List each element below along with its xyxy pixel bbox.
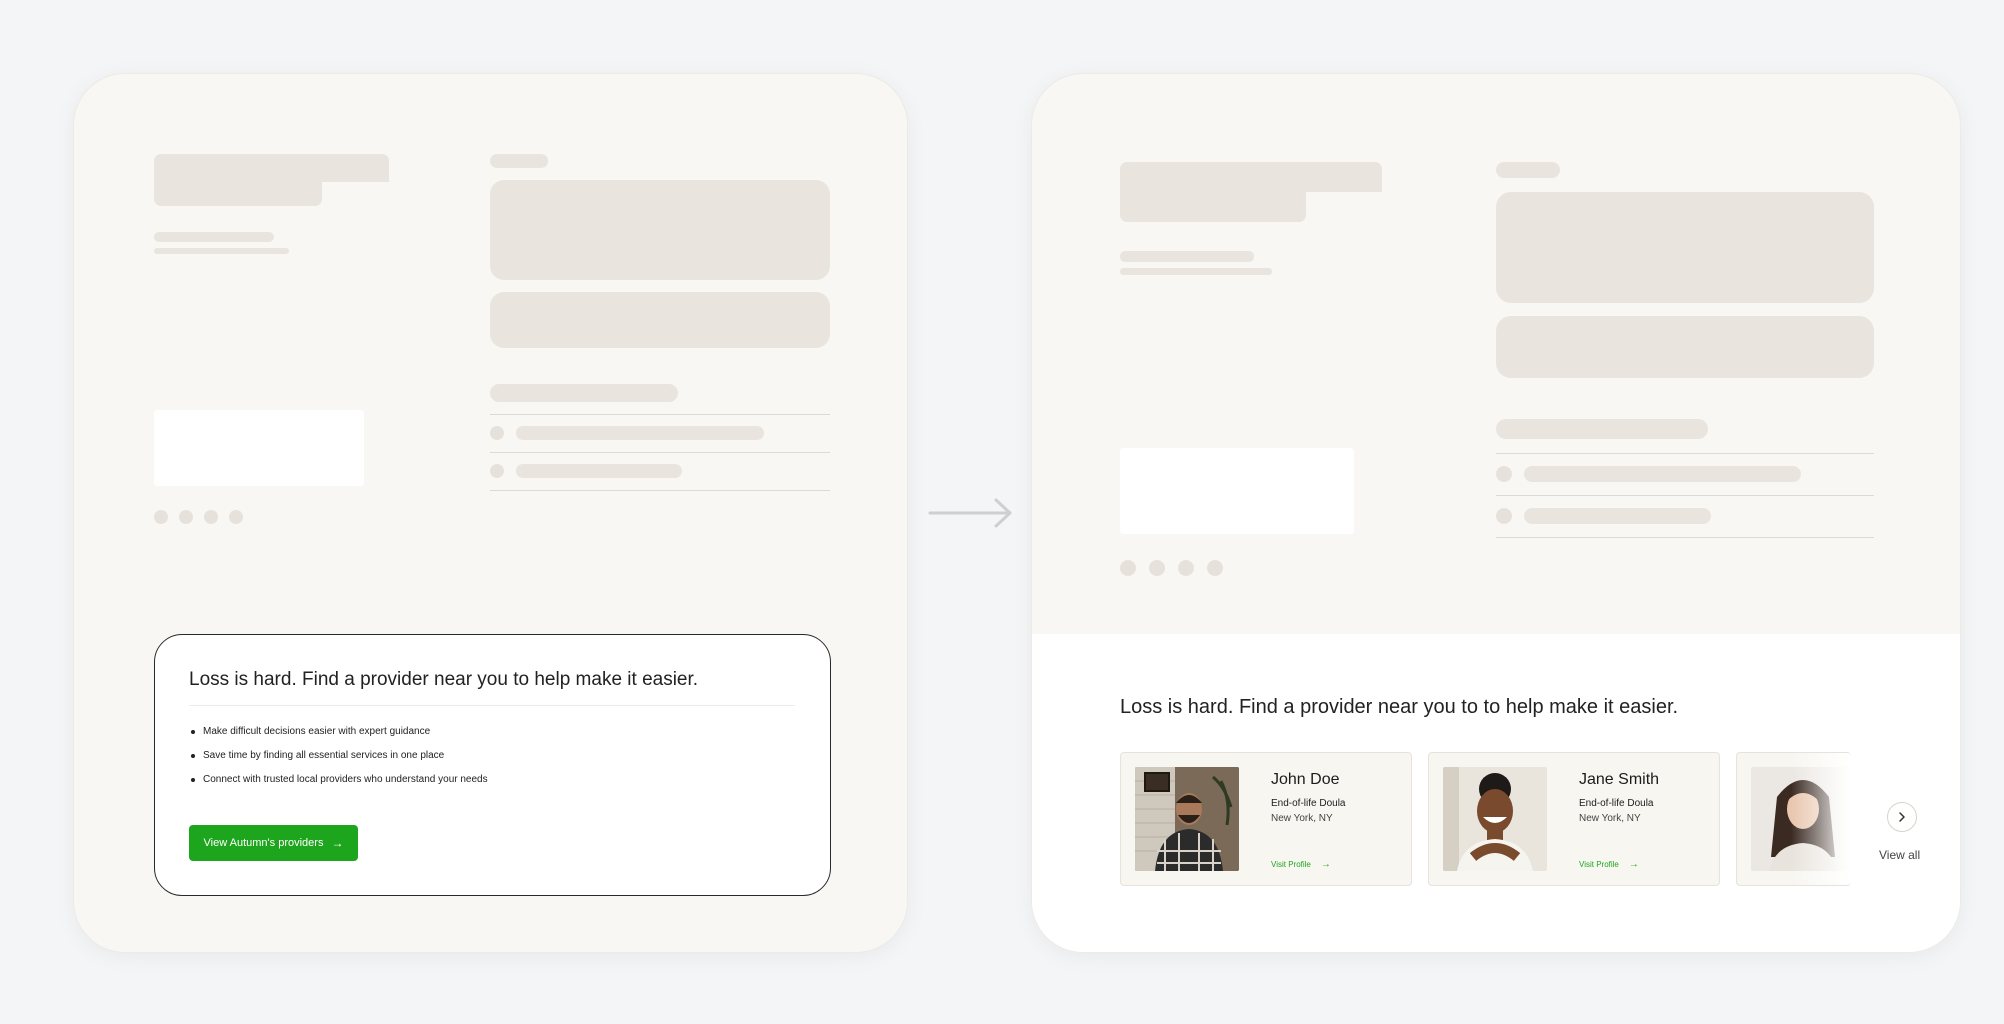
list-bullet-placeholder [490,426,504,440]
bullet-icon [191,778,195,782]
list-bullet-placeholder [490,464,504,478]
list-heading-placeholder [490,384,678,402]
title-placeholder-bottom [1120,184,1306,222]
view-providers-label: View Autumn's providers [203,837,324,849]
list-bullet-placeholder [1496,466,1512,482]
provider-role: End-of-life Doula [1579,798,1654,809]
promo-divider [189,705,795,706]
provider-photo [1135,767,1239,871]
content-placeholder [490,292,830,348]
subtitle-placeholder [1120,251,1254,262]
divider [1496,453,1874,454]
provider-name: John Doe [1271,771,1340,788]
after-page-mockup: Loss is hard. Find a provider near you t… [1031,73,1961,953]
benefit-list-item: Connect with trusted local providers who… [189,773,488,787]
list-item-placeholder [1524,508,1711,524]
arrow-right-icon: → [1628,859,1639,870]
image-placeholder [1120,448,1354,534]
label-placeholder [1496,162,1560,178]
view-providers-button[interactable]: View Autumn's providers → [189,825,358,861]
provider-carousel-section: Loss is hard. Find a provider near you t… [1032,634,1960,952]
provider-location: New York, NY [1271,813,1333,824]
list-bullet-placeholder [1496,508,1512,524]
divider [1496,537,1874,538]
subtitle-placeholder [154,232,274,242]
carousel-dot[interactable] [1207,560,1223,576]
promo-heading: Loss is hard. Find a provider near you t… [189,669,699,690]
list-item-placeholder [516,464,682,478]
carousel-dot[interactable] [154,510,168,524]
divider [490,490,830,491]
comparison-stage: Loss is hard. Find a provider near you t… [0,0,2004,1024]
arrow-right-icon: → [331,836,344,850]
carousel-dot[interactable] [204,510,218,524]
label-placeholder [490,154,548,168]
view-all-link[interactable]: View all [1879,848,1920,862]
provider-name: Jane Smith [1579,771,1660,788]
carousel-dot[interactable] [1178,560,1194,576]
benefit-text: Save time by finding all essential servi… [203,750,445,761]
visit-profile-link[interactable]: Visit Profile → [1271,859,1331,870]
provider-avatar-icon [1135,767,1239,871]
divider [490,452,830,453]
subtitle-placeholder [1120,268,1272,275]
visit-profile-label: Visit Profile [1579,860,1619,869]
arrow-right-icon: → [1320,859,1331,870]
list-item-placeholder [516,426,764,440]
provider-card[interactable]: John Doe End-of-life Doula New York, NY … [1120,752,1412,886]
bullet-icon [191,754,195,758]
benefit-text: Make difficult decisions easier with exp… [203,726,431,737]
image-placeholder [154,410,364,486]
carousel-dot[interactable] [229,510,243,524]
list-item-placeholder [1524,466,1801,482]
provider-card[interactable]: Jane Smith End-of-life Doula New York, N… [1428,752,1720,886]
list-heading-placeholder [1496,419,1708,439]
bullet-icon [191,730,195,734]
carousel-next-button[interactable] [1887,802,1917,832]
benefit-text: Connect with trusted local providers who… [203,774,488,785]
benefit-list: Make difficult decisions easier with exp… [189,725,488,797]
provider-photo [1443,767,1547,871]
provider-promo-card: Loss is hard. Find a provider near you t… [154,634,831,896]
transition-arrow-icon [928,498,1012,528]
provider-role: End-of-life Doula [1271,798,1346,809]
carousel-heading: Loss is hard. Find a provider near you t… [1120,696,1679,718]
before-page-mockup: Loss is hard. Find a provider near you t… [73,73,908,953]
carousel-dot[interactable] [1120,560,1136,576]
provider-card-partial[interactable] [1736,752,1851,886]
visit-profile-label: Visit Profile [1271,860,1311,869]
divider [1496,495,1874,496]
content-placeholder [1496,192,1874,303]
provider-avatar-icon [1443,767,1547,871]
content-placeholder [490,180,830,280]
benefit-list-item: Save time by finding all essential servi… [189,749,488,763]
subtitle-placeholder [154,248,289,254]
carousel-dot[interactable] [179,510,193,524]
benefit-list-item: Make difficult decisions easier with exp… [189,725,488,739]
provider-location: New York, NY [1579,813,1641,824]
visit-profile-link[interactable]: Visit Profile → [1579,859,1639,870]
carousel-dot[interactable] [1149,560,1165,576]
content-placeholder [1496,316,1874,378]
chevron-right-icon [1899,812,1905,822]
divider [490,414,830,415]
title-placeholder-bottom [154,174,322,206]
carousel-fade [1791,753,1851,885]
